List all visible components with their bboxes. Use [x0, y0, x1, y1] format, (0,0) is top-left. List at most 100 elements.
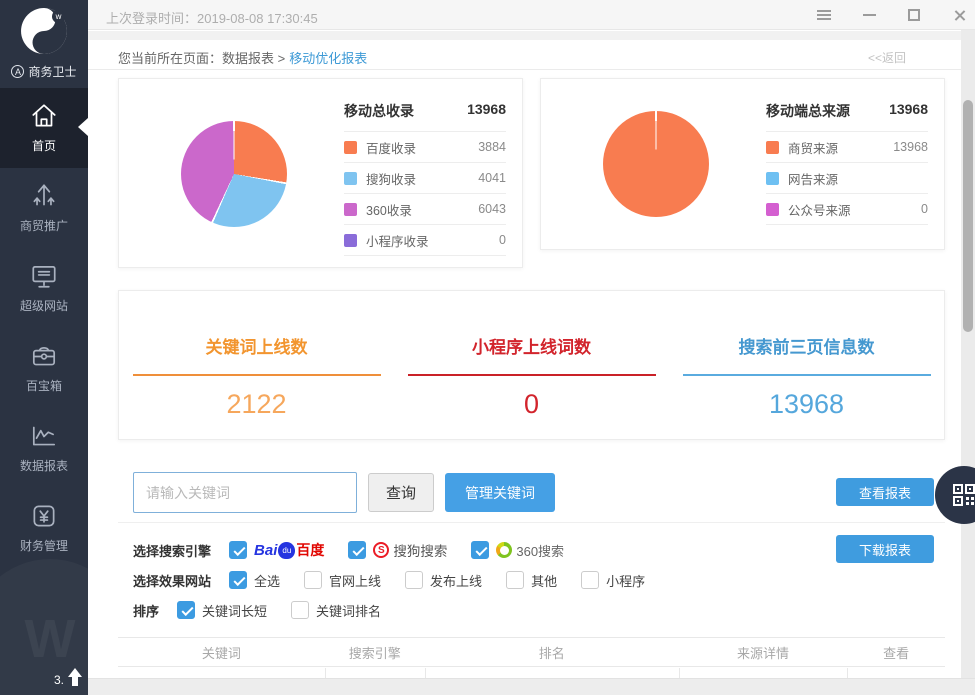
- sidebar-item-label: 超级网站: [0, 297, 88, 314]
- legend-row: 百度收录 3884: [344, 132, 506, 163]
- stat-title: 搜索前三页信息数: [669, 333, 944, 358]
- table-cell: [118, 668, 325, 678]
- stat-underline: [683, 374, 931, 376]
- upgrade-arrow-icon: [67, 668, 83, 687]
- chart-icon: [0, 421, 88, 453]
- home-icon: [0, 101, 88, 133]
- sidebar-item-toolbox[interactable]: 百宝箱: [0, 328, 88, 408]
- swatch-miniprogram: [344, 234, 357, 247]
- scrollbar-thumb[interactable]: [963, 100, 973, 332]
- legend-included: 移动总收录 13968 百度收录 3884 搜狗收录 4041 360收录 60…: [344, 101, 506, 256]
- sort-option-length[interactable]: 关键词长短: [177, 601, 267, 620]
- sort-label: 排序: [133, 601, 159, 620]
- stat-keywords-online: 关键词上线数 2122: [119, 291, 394, 439]
- scrollbar-track[interactable]: [961, 30, 975, 678]
- maximize-icon: [908, 9, 920, 21]
- site-option-publish[interactable]: 发布上线: [405, 571, 482, 590]
- version-upgrade[interactable]: 3.: [54, 668, 83, 687]
- sidebar-item-home[interactable]: 首页: [0, 88, 88, 168]
- swatch-sogou: [344, 172, 357, 185]
- checkbox-sogou[interactable]: [348, 541, 366, 559]
- pie-card-included: 移动总收录 13968 百度收录 3884 搜狗收录 4041 360收录 60…: [118, 78, 523, 268]
- minimize-button[interactable]: [861, 7, 877, 23]
- legend-row: 搜狗收录 4041: [344, 163, 506, 194]
- site-option-label: 发布上线: [430, 571, 482, 590]
- sidebar-item-website[interactable]: 超级网站: [0, 248, 88, 328]
- checkbox-other[interactable]: [506, 571, 524, 589]
- manage-keywords-button[interactable]: 管理关键词: [445, 473, 555, 512]
- hamburger-icon: [817, 10, 831, 20]
- query-button[interactable]: 查询: [368, 473, 434, 512]
- menu-button[interactable]: [816, 7, 832, 23]
- back-link[interactable]: <<返回: [868, 49, 906, 66]
- monitor-icon: [0, 261, 88, 293]
- qr-code-floater[interactable]: [935, 466, 975, 524]
- site-option-all[interactable]: 全选: [229, 571, 280, 590]
- stat-value: 13968: [669, 389, 944, 420]
- breadcrumb-prefix: 您当前所在页面：数据报表 >: [118, 51, 285, 66]
- baidu-paw-icon: du: [278, 542, 295, 559]
- checkbox-all[interactable]: [229, 571, 247, 589]
- site-option-miniprogram[interactable]: 小程序: [581, 571, 645, 590]
- download-report-button[interactable]: 下载报表: [836, 535, 934, 563]
- sidebar-item-reports[interactable]: 数据报表: [0, 408, 88, 488]
- site-option-official[interactable]: 官网上线: [304, 571, 381, 590]
- engine-filter-label: 选择搜索引擎: [133, 541, 211, 560]
- keyword-input[interactable]: [133, 472, 357, 513]
- view-report-button[interactable]: 查看报表: [836, 478, 934, 506]
- legend-title: 移动端总来源: [766, 101, 850, 121]
- column-header-source: 来源详情: [679, 643, 848, 662]
- baidu-logo-cn: 百度: [296, 540, 324, 560]
- qr-code-icon: [952, 483, 975, 507]
- sort-option-rank[interactable]: 关键词排名: [291, 601, 381, 620]
- checkbox-official[interactable]: [304, 571, 322, 589]
- brand-name: A 商务卫士: [0, 63, 88, 80]
- engine-option-360[interactable]: 360搜索: [471, 541, 564, 560]
- last-login-text: 上次登录时间：2019-08-08 17:30:45: [106, 8, 318, 27]
- legend-label: 小程序收录: [366, 231, 429, 250]
- top-gray-strip: [88, 31, 975, 40]
- swatch-baidu: [344, 141, 357, 154]
- legend-row: 小程序收录 0: [344, 225, 506, 256]
- brand-label: 商务卫士: [28, 63, 76, 80]
- maximize-button[interactable]: [906, 7, 922, 23]
- legend-header: 移动端总来源 13968: [766, 101, 928, 132]
- legend-row: 公众号来源 0: [766, 194, 928, 225]
- 360-logo-text: 360搜索: [516, 541, 564, 560]
- baidu-logo-bai: Bai: [254, 542, 277, 559]
- site-option-other[interactable]: 其他: [506, 571, 557, 590]
- legend-value: 3884: [478, 140, 506, 154]
- stat-underline: [408, 374, 656, 376]
- checkbox-sort-rank[interactable]: [291, 601, 309, 619]
- checkbox-baidu[interactable]: [229, 541, 247, 559]
- engine-option-sogou[interactable]: S 搜狗搜索: [348, 540, 447, 560]
- legend-label: 百度收录: [366, 138, 416, 157]
- checkbox-sort-length[interactable]: [177, 601, 195, 619]
- legend-title: 移动总收录: [344, 101, 414, 121]
- sort-row: 排序 关键词长短 关键词排名: [133, 600, 405, 620]
- breadcrumb-current[interactable]: 移动优化报表: [289, 51, 367, 66]
- window-controls: [816, 0, 967, 30]
- legend-row: 网告来源: [766, 163, 928, 194]
- table-cell: [425, 668, 679, 678]
- checkbox-publish[interactable]: [405, 571, 423, 589]
- site-option-label: 小程序: [606, 571, 645, 590]
- engine-option-baidu[interactable]: Bai du 百度: [229, 540, 324, 560]
- checkbox-miniprogram[interactable]: [581, 571, 599, 589]
- checkbox-360[interactable]: [471, 541, 489, 559]
- sidebar-item-finance[interactable]: 财务管理: [0, 488, 88, 568]
- toolbox-icon: [0, 341, 88, 373]
- engine-filter-row: 选择搜索引擎 Bai du 百度 S 搜狗搜索 360搜索: [133, 540, 588, 560]
- stat-value: 2122: [119, 389, 394, 420]
- site-option-label: 其他: [531, 571, 557, 590]
- sidebar-item-promotion[interactable]: 商贸推广: [0, 168, 88, 248]
- column-header-keyword: 关键词: [118, 643, 325, 662]
- swatch-business: [766, 141, 779, 154]
- pie-chart-included: [181, 121, 287, 227]
- legend-label: 商贸来源: [788, 138, 838, 157]
- sogou-logo-icon: S: [373, 542, 389, 558]
- legend-header: 移动总收录 13968: [344, 101, 506, 132]
- pie-card-sources: 移动端总来源 13968 商贸来源 13968 网告来源 公众号来源 0: [540, 78, 945, 250]
- close-button[interactable]: [951, 7, 967, 23]
- legend-value: 0: [499, 233, 506, 247]
